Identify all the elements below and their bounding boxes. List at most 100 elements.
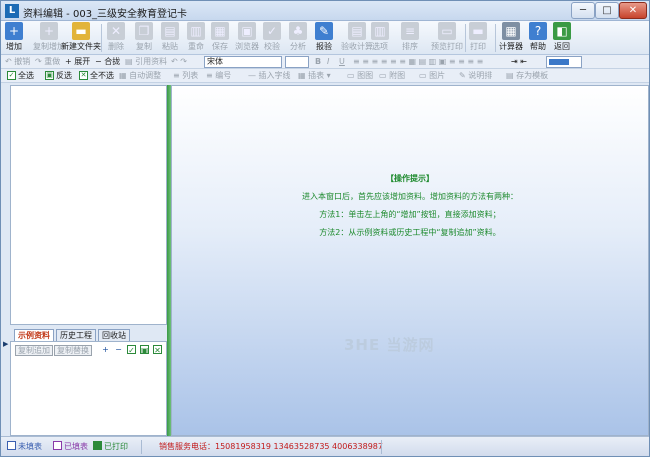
status-bar: 未填表 已填表 已打印 销售服务电话：15081958319 134635287… — [1, 436, 649, 456]
editor-area[interactable]: 【操作提示】 进入本窗口后，首先应该增加资料。增加资料的方法有两种： 方法1：单… — [171, 85, 649, 436]
picture-button[interactable]: ▭ 图图 — [347, 70, 373, 82]
select-none-checkbox-icon[interactable]: ✕ — [79, 71, 88, 80]
sort-icon: ≡ — [401, 22, 419, 40]
toolbar-button-calc-accept[interactable]: ▤ 验收计算 — [341, 22, 373, 54]
toolbar-separator — [495, 24, 496, 52]
font-select[interactable]: 宋体 — [204, 56, 282, 68]
invert-icon[interactable]: ▣ — [140, 345, 149, 355]
window-title: 资料编辑 - 003_三级安全教育登记卡 — [23, 9, 188, 20]
copy-icon: ❐ — [135, 22, 153, 40]
toolbar-button-browser[interactable]: ▣ 浏览器 — [235, 22, 259, 54]
collapse-button[interactable]: − 合拢 — [95, 56, 120, 68]
toolbar-button-help[interactable]: ? 帮助 — [529, 22, 547, 54]
check-all-icon[interactable]: ✓ — [127, 345, 136, 355]
invert-button[interactable]: 反选 — [56, 70, 72, 82]
attach-button[interactable]: ▭ 附图 — [379, 70, 405, 82]
print-preview-icon: ▭ — [438, 22, 456, 40]
color-swatch — [549, 59, 569, 65]
toolbar-button-label: 浏览器 — [235, 42, 259, 51]
maximize-button[interactable]: □ — [595, 2, 619, 19]
italic-button[interactable]: I — [327, 56, 329, 68]
toolbar-button-options[interactable]: ▥ 选项 — [371, 22, 389, 54]
toolbar-button-save[interactable]: ▦ 保存 — [211, 22, 229, 54]
legend-filled: 已填表 — [53, 441, 88, 453]
select-none-button[interactable]: 全不选 — [90, 70, 114, 82]
toolbar-button-add-doc[interactable]: + 增加 — [5, 22, 23, 54]
wrap-icon[interactable]: ⇥ ⇤ — [511, 56, 527, 68]
expand-button[interactable]: + 展开 — [65, 56, 90, 68]
toolbar-button-copy[interactable]: ❐ 复制 — [135, 22, 153, 54]
save-template-label: 存为模板 — [516, 71, 549, 80]
auto-adjust-button[interactable]: ▦ 自动调整 — [119, 70, 161, 82]
options-icon: ▥ — [371, 22, 389, 40]
toolbar-button-label: 保存 — [212, 42, 228, 51]
toolbar-button-label: 计算器 — [499, 42, 523, 51]
number-label: 编号 — [215, 71, 232, 80]
add-doc-icon: + — [5, 22, 23, 40]
collapse-strip[interactable]: ▶ — [1, 85, 10, 436]
copy-add-button[interactable]: 复制追加 — [15, 345, 53, 356]
toolbar-button-label: 增加 — [6, 42, 22, 51]
toolbar-button-label: 复制 — [136, 42, 152, 51]
return-icon: ◧ — [553, 22, 571, 40]
toolbar-button-report[interactable]: ✎ 报验 — [315, 22, 333, 54]
sign-button[interactable]: ✎ 说明排 — [459, 70, 492, 82]
print-icon: ▬ — [469, 22, 487, 40]
select-all-button[interactable]: 全选 — [18, 70, 34, 82]
toolbar-button-return[interactable]: ◧ 返回 — [553, 22, 571, 54]
color-picker[interactable] — [546, 56, 582, 68]
reference-button[interactable]: ▤ 引用资料 — [125, 56, 167, 68]
main-toolbar: + 增加 + 复制增加 ▬ 新建文件夹 ✕ 删除 ❐ 复制 ▤ 粘贴 ▥ 重命 ▦ 保存 ▣ 浏览器 ✓ 校验 ♣ 分析 ✎… — [1, 21, 649, 55]
tab-history[interactable]: 历史工程 — [56, 329, 96, 341]
expand-label: 展开 — [74, 57, 91, 66]
copy-replace-button[interactable]: 复制替换 — [54, 345, 92, 356]
redo-button[interactable]: ↷ 重做 — [35, 56, 60, 68]
invert-checkbox-icon[interactable]: ▣ — [45, 71, 54, 80]
toolbar-button-calculator[interactable]: ▦ 计算器 — [499, 22, 523, 54]
hint-title: 【操作提示】 — [386, 174, 434, 183]
toolbar-button-print[interactable]: ▬ 打印 — [469, 22, 487, 54]
select-all-checkbox-icon[interactable]: ✓ — [7, 71, 16, 80]
tab-sample[interactable]: 示例资料 — [14, 329, 54, 341]
undo-arrow-icon[interactable]: ↶ ↷ — [171, 56, 187, 68]
library-tabs: 示例资料 历史工程 回收站 — [14, 329, 167, 341]
browser-icon: ▣ — [238, 22, 256, 40]
tab-recycle[interactable]: 回收站 — [98, 329, 130, 341]
insert-table-button[interactable]: ▦ 插表 ▾ — [298, 70, 331, 82]
toolbar-button-sort[interactable]: ≡ 排序 — [401, 22, 419, 54]
insert-table-label: 插表 — [308, 71, 325, 80]
document-tree[interactable] — [10, 85, 167, 325]
add-item-icon[interactable]: + — [101, 345, 110, 354]
list-button[interactable]: ≡ 列表 — [173, 70, 198, 82]
insert-line-button[interactable]: — 插入字线 — [248, 70, 291, 82]
insert-line-label: 插入字线 — [258, 71, 291, 80]
toolbar-button-check[interactable]: ✓ 校验 — [263, 22, 281, 54]
underline-button[interactable]: U — [339, 56, 345, 68]
tab-panel: 复制追加 复制替换 + − ✓ ▣ ✕ — [10, 341, 167, 436]
undo-button[interactable]: ↶ 撤销 — [5, 56, 30, 68]
remove-item-icon[interactable]: − — [114, 345, 123, 354]
close-button[interactable]: ✕ — [619, 2, 647, 19]
toolbar-button-print-preview[interactable]: ▭ 预览打印 — [431, 22, 463, 54]
filled-icon — [53, 441, 62, 450]
toolbar-button-rename[interactable]: ▥ 重命 — [187, 22, 205, 54]
analyze-icon: ♣ — [289, 22, 307, 40]
toolbar-button-label: 帮助 — [530, 42, 546, 51]
expand-arrow-icon[interactable]: ▶ — [3, 340, 8, 348]
toolbar-button-new-folder[interactable]: ▬ 新建文件夹 — [61, 22, 101, 54]
number-button[interactable]: ≡ 编号 — [206, 70, 231, 82]
align-icons[interactable]: ≡ ≡ ≡ ≡ ≡ ≡ ▦ ▤ ▥ ▣ ≡ ≡ ≡ ≡ — [353, 56, 483, 68]
save-template-button[interactable]: ▤ 存为模板 — [506, 70, 548, 82]
image-button[interactable]: ▭ 图片 — [419, 70, 445, 82]
minimize-button[interactable]: ─ — [571, 2, 595, 19]
toolbar-button-delete[interactable]: ✕ 删除 — [107, 22, 125, 54]
toolbar-button-label: 验收计算 — [341, 42, 373, 51]
font-size-select[interactable] — [285, 56, 309, 68]
bold-button[interactable]: B — [315, 56, 321, 68]
hint-line-1: 进入本窗口后，首先应该增加资料。增加资料的方法有两种： — [302, 192, 518, 201]
toolbar-button-paste[interactable]: ▤ 粘贴 — [161, 22, 179, 54]
image-label: 图片 — [429, 71, 446, 80]
toolbar-button-analyze[interactable]: ♣ 分析 — [289, 22, 307, 54]
uncheck-icon[interactable]: ✕ — [153, 345, 162, 355]
list-toolbar: ✓ 全选 ▣ 反选 ✕ 全不选 ▦ 自动调整 ≡ 列表 ≡ 编号 — 插入字线 … — [1, 69, 649, 83]
